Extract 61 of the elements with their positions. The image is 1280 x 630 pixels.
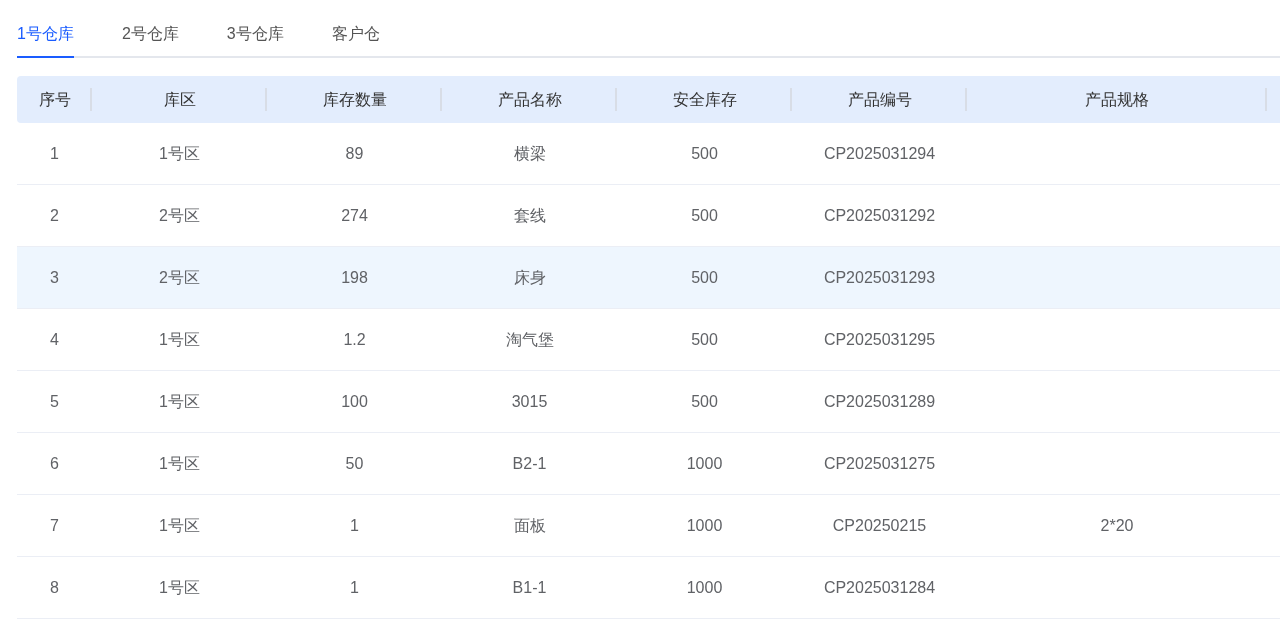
table-cell-text: 1号区 <box>159 329 200 350</box>
table-cell-text: 1000 <box>686 577 723 598</box>
table-cell-text: 2 <box>50 205 59 226</box>
table-cell-text: 500 <box>691 143 718 164</box>
table-cell-text: 1号区 <box>159 391 200 412</box>
column-header: 产品编号 <box>847 89 912 110</box>
table-cell-text: 89 <box>345 143 364 164</box>
tab[interactable]: 2号仓库 <box>121 22 179 58</box>
column-header: 库存数量 <box>322 89 387 110</box>
table-cell-text: 1 <box>350 577 359 598</box>
table-cell-text: 500 <box>691 391 718 412</box>
table-cell-text: 1 <box>350 515 359 536</box>
table-cell-text: 7 <box>50 515 59 536</box>
table-cell-text: 1号区 <box>159 577 200 598</box>
column-header: 产品规格 <box>1085 89 1149 110</box>
table-cell-text: 3 <box>50 267 59 288</box>
table-cell-text: 198 <box>341 267 368 288</box>
table-cell-text: 1号区 <box>159 515 200 536</box>
table-cell-text: 500 <box>691 267 718 288</box>
table-cell-text: 2号区 <box>159 267 200 288</box>
table-cell-text: CP2025031289 <box>823 391 936 412</box>
table-cell-text: 1000 <box>686 453 723 474</box>
table-cell-text: CP20250215 <box>832 515 927 536</box>
column-header: 序号 <box>38 89 71 110</box>
table-cell-text: 274 <box>341 205 368 226</box>
table-cell-text: 1 <box>50 143 59 164</box>
table-cell-text: 8 <box>50 577 59 598</box>
table-cell-text: 1000 <box>686 515 723 536</box>
table-cell-text: 5 <box>50 391 59 412</box>
table-cell-text: 3015 <box>511 391 548 412</box>
table-cell-text: 6 <box>50 453 59 474</box>
table-cell-text: 1号区 <box>159 143 200 164</box>
table-cell-text: CP2025031295 <box>823 329 936 350</box>
column-header: 安全库存 <box>672 89 737 110</box>
table-cell-text: 500 <box>691 205 718 226</box>
table-cell-text: 淘气堡 <box>505 329 554 350</box>
table-cell-text: 1.2 <box>343 329 366 350</box>
table-cell-text: 2号区 <box>159 205 200 226</box>
table-cell-text: B1-1 <box>512 577 547 598</box>
table-cell-text: 套线 <box>513 205 546 226</box>
table-cell-text: 床身 <box>513 267 546 288</box>
table-cell-text: CP2025031292 <box>823 205 936 226</box>
table-cell-text: CP2025031284 <box>823 577 936 598</box>
table-cell-text: B2-1 <box>512 453 547 474</box>
table-cell-text: CP2025031275 <box>823 453 936 474</box>
table-row[interactable]: 3 2号区 198 床身 500 CP2025031293 <box>17 247 1280 309</box>
table-cell-text: 面板 <box>513 515 546 536</box>
table-cell-text: 4 <box>50 329 59 350</box>
table-cell-text: 横梁 <box>513 143 546 164</box>
table-cell-text: 100 <box>341 391 368 412</box>
tab[interactable]: 1号仓库 <box>17 22 74 58</box>
table-cell-text: CP2025031294 <box>823 143 936 164</box>
column-header: 产品名称 <box>497 89 562 110</box>
column-header: 库区 <box>163 89 196 110</box>
table-cell-text: 1号区 <box>159 453 200 474</box>
table-cell-text: CP2025031293 <box>823 267 936 288</box>
tab[interactable]: 客户仓 <box>331 22 380 58</box>
table-cell-text: 2*20 <box>1100 515 1134 536</box>
table-cell-text: 50 <box>345 453 364 474</box>
tab[interactable]: 3号仓库 <box>226 22 284 58</box>
table-cell-text: 500 <box>691 329 718 350</box>
